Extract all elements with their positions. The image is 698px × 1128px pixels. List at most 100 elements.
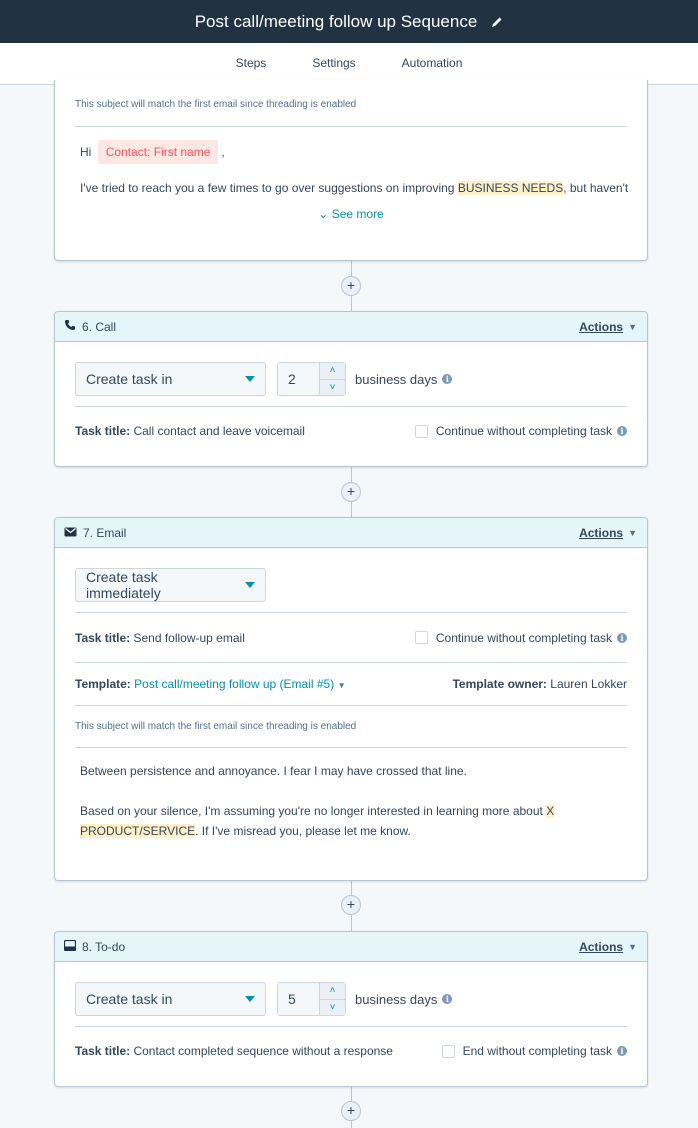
delay-stepper[interactable]: 2 ˄ ˅ [277,362,346,396]
personalization-token[interactable]: Contact: First name [97,140,219,164]
increment-icon[interactable]: ˄ [320,363,345,380]
checkbox[interactable] [441,1044,455,1058]
actions-dropdown[interactable]: Actions [579,526,623,540]
caret-down-icon: ▼ [628,321,637,332]
template-owner-label: Template owner: [452,677,547,691]
tab-steps[interactable]: Steps [212,43,290,85]
task-title-label: Task title: [75,630,131,645]
delay-select-value: Create task immediately [86,569,161,601]
actions-dropdown[interactable]: Actions [579,940,623,954]
see-more-label: See more [331,207,384,221]
step-header: 8. To-do Actions ▼ [55,932,647,962]
step-card-todo: 8. To-do Actions ▼ Create task in 5 ˄ ˅ … [54,931,648,1087]
phone-icon [64,319,76,334]
actions-dropdown[interactable]: Actions [579,320,623,334]
tab-settings[interactable]: Settings [289,43,378,85]
body-text: Based on your silence, I'm assuming you'… [80,804,547,818]
chevron-down-icon: ⌄ [318,207,329,221]
caret-down-icon: ▼ [337,681,346,690]
step-title: 7. Email [83,525,127,540]
add-step-button[interactable]: + [341,1101,361,1121]
envelope-icon [64,526,77,540]
body-text: . If I've misread you, please let me kno… [195,824,411,838]
task-title-value: Call contact and leave voicemail [133,424,305,438]
step-card-email-partial: This subject will match the first email … [54,80,648,261]
todo-icon [63,939,77,954]
task-title-value: Contact completed sequence without a res… [133,1044,393,1058]
info-icon[interactable]: i [617,426,627,436]
highlighted-placeholder: BUSINESS NEEDS [457,181,564,195]
step-header: 7. Email Actions ▼ [55,518,647,548]
greeting: Hi [80,145,92,159]
pencil-icon[interactable] [491,16,503,28]
delay-unit-label: business days [355,991,438,1007]
greeting-suffix: , [221,145,225,159]
task-title: Task title: Send follow-up email [75,631,245,645]
threading-note: This subject will match the first email … [75,721,357,732]
caret-down-icon [245,582,255,588]
template-dropdown[interactable]: Post call/meeting follow up (Email #5) ▼ [134,677,345,691]
template-name: Post call/meeting follow up (Email #5) [134,677,335,691]
delay-select[interactable]: Create task immediately [75,568,266,602]
body-text: , but haven't [563,181,629,195]
highlighted-placeholder: PRODUCT/SERVICE [80,824,196,838]
checkbox[interactable] [414,424,428,438]
body-text: I've tried to reach you a few times to g… [80,181,458,195]
threading-note: This subject will match the first email … [75,99,357,110]
checkbox-label: End without completing task [462,1044,612,1058]
step-header: 6. Call Actions ▼ [55,312,647,342]
template-owner-value: Lauren Lokker [550,677,627,691]
email-body: Hi Contact: First name, I've tried to re… [75,127,629,198]
continue-checkbox[interactable]: Continue without completing task i [414,630,627,645]
increment-icon[interactable]: ˄ [320,983,345,1000]
info-icon[interactable]: i [442,994,453,1004]
checkbox-label: Continue without completing task [435,630,612,645]
add-step-button[interactable]: + [341,895,361,915]
info-icon[interactable]: i [617,632,627,643]
sequence-title: Post call/meeting follow up Sequence [194,11,478,31]
task-title: Task title: Call contact and leave voice… [75,424,305,438]
step-title: 6. Call [82,319,117,334]
end-checkbox[interactable]: End without completing task i [441,1044,627,1058]
task-title-label: Task title: [75,424,131,438]
step-title: 8. To-do [82,939,126,954]
delay-stepper[interactable]: 5 ˄ ˅ [277,982,346,1016]
template-label: Template: [75,677,131,691]
step-card-email: 7. Email Actions ▼ Create task immediate… [54,517,648,881]
delay-unit: business days i [355,371,453,387]
delay-select[interactable]: Create task in [75,982,266,1016]
info-icon[interactable]: i [442,374,453,384]
delay-unit: business days i [355,991,453,1007]
caret-down-icon [245,376,255,382]
delay-select-value: Create task in [86,991,173,1007]
delay-select-value: Create task in [86,371,173,387]
delay-value[interactable]: 5 [278,983,320,1015]
checkbox-label: Continue without completing task [435,424,612,438]
caret-down-icon: ▼ [628,527,637,538]
add-step-button[interactable]: + [341,482,361,502]
task-title: Task title: Contact completed sequence w… [75,1044,393,1058]
sequence-title-bar: Post call/meeting follow up Sequence [0,0,698,43]
body-text: Between persistence and annoyance. I fea… [80,764,467,778]
see-more-link[interactable]: ⌄ See more [75,207,627,221]
email-body: Between persistence and annoyance. I fea… [75,748,627,841]
checkbox[interactable] [414,631,428,644]
task-title-label: Task title: [75,1044,131,1058]
template: Template: Post call/meeting follow up (E… [75,677,346,691]
delay-value[interactable]: 2 [278,363,320,395]
tab-bar: Steps Settings Automation [0,43,698,85]
caret-down-icon [245,996,255,1002]
delay-unit-label: business days [355,371,438,387]
add-step-button[interactable]: + [341,276,361,296]
task-title-value: Send follow-up email [133,630,245,645]
template-owner: Template owner: Lauren Lokker [452,677,627,691]
info-icon[interactable]: i [617,1046,627,1056]
tab-automation[interactable]: Automation [379,43,486,85]
decrement-icon[interactable]: ˅ [320,380,345,396]
highlighted-placeholder: X [546,804,555,818]
decrement-icon[interactable]: ˅ [320,1000,345,1016]
step-card-call: 6. Call Actions ▼ Create task in 2 ˄ ˅ b… [54,311,648,467]
continue-checkbox[interactable]: Continue without completing task i [414,424,627,438]
caret-down-icon: ▼ [628,941,637,952]
delay-select[interactable]: Create task in [75,362,266,396]
